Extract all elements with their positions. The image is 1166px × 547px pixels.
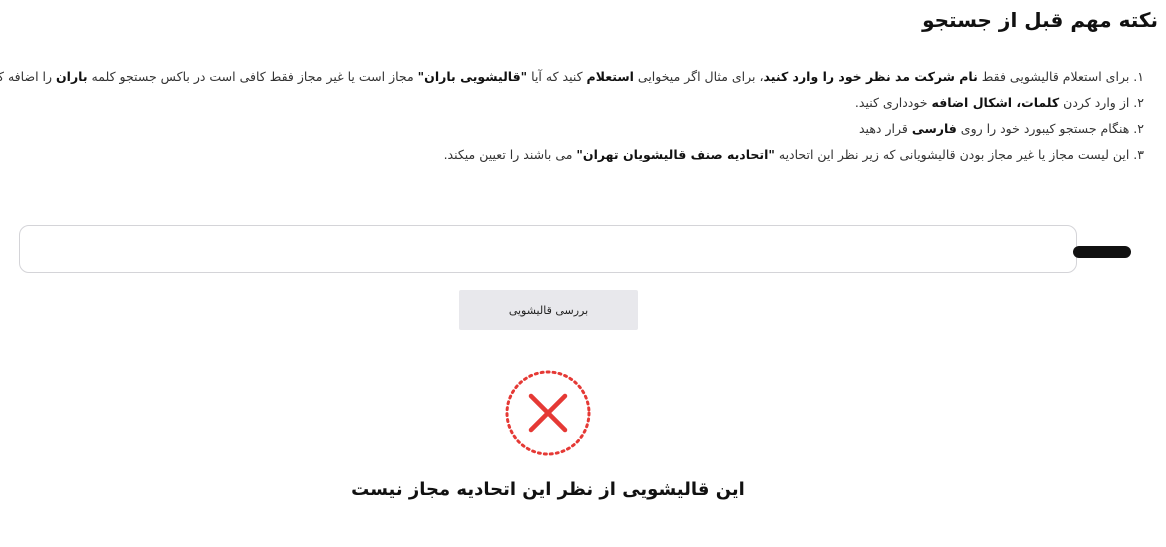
page-title: نکته مهم قبل از جستجو xyxy=(922,8,1158,32)
inquiry-page: نکته مهم قبل از جستجو ۱. برای استعلام قا… xyxy=(0,0,1166,547)
note-text: ۳. این لیست مجاز یا غیر مجاز بودن قالیشو… xyxy=(774,147,1144,162)
note-bold-text: فارسی xyxy=(911,121,957,136)
note-item: ۳. این لیست مجاز یا غیر مجاز بودن قالیشو… xyxy=(24,142,1144,168)
note-text: قرار دهید xyxy=(858,121,912,136)
x-mark-icon xyxy=(505,370,591,456)
note-text: ۱. برای استعلام قالیشویی فقط xyxy=(977,69,1144,84)
result-message: این قالیشویی از نظر این اتحادیه مجاز نیس… xyxy=(351,479,745,500)
notes-list: ۱. برای استعلام قالیشویی فقط نام شرکت مد… xyxy=(0,64,1144,168)
note-bold-text: "قالیشویی باران" xyxy=(417,69,528,84)
note-text: ۲. هنگام جستجو کیبورد خود را روی xyxy=(956,121,1144,136)
note-text: می باشند را تعیین میکند. xyxy=(443,147,577,162)
note-text: را اضافه کنید. xyxy=(0,69,53,84)
note-text: کنید که آیا xyxy=(527,69,587,84)
note-text: خودداری کنید. xyxy=(854,95,932,110)
note-bold-text: "اتحادیه صنف قالیشویان تهران" xyxy=(576,147,775,162)
note-text: مجاز است یا غیر مجاز فقط کافی است در باک… xyxy=(87,69,418,84)
note-item: ۲. هنگام جستجو کیبورد خود را روی فارسی ق… xyxy=(24,116,1144,142)
note-bold-text: استعلام xyxy=(586,69,634,84)
note-text: ۲. از وارد کردن xyxy=(1059,95,1144,110)
note-text: ، برای مثال اگر میخوایی xyxy=(633,69,764,84)
note-item: ۲. از وارد کردن کلمات، اشکال اضافه خوددا… xyxy=(24,90,1144,116)
note-bold-text: کلمات، اشکال اضافه xyxy=(931,95,1060,110)
check-carpet-cleaner-button[interactable]: بررسی قالیشویی xyxy=(459,290,638,330)
note-bold-text: باران xyxy=(56,69,88,84)
note-item: ۱. برای استعلام قالیشویی فقط نام شرکت مد… xyxy=(0,64,1144,90)
search-input-value-redacted: redacted xyxy=(1073,246,1131,258)
note-bold-text: نام شرکت مد نظر خود را وارد کنید xyxy=(763,69,978,84)
search-input[interactable] xyxy=(19,225,1077,273)
